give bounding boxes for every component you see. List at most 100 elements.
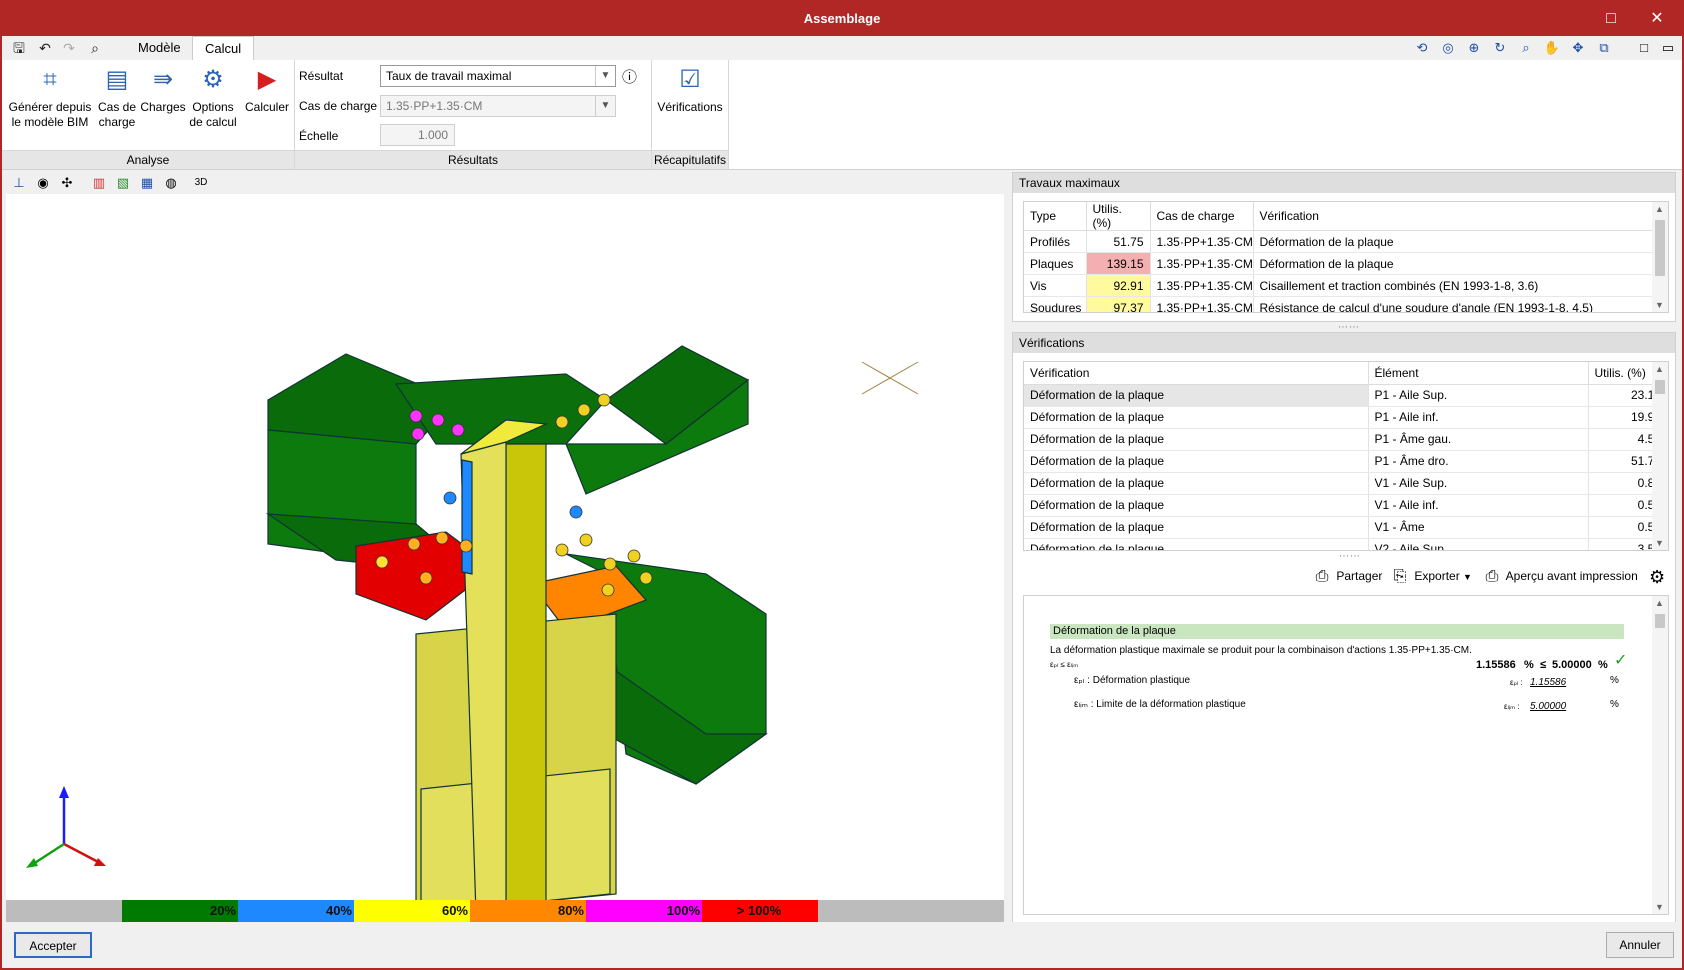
scroll-down-icon[interactable]: ▼ [1655, 538, 1664, 548]
col-verification[interactable]: Vérification [1024, 362, 1369, 385]
save-icon[interactable]: 🖫 [10, 39, 28, 57]
scrollbar[interactable]: ▲ ▼ [1652, 202, 1668, 312]
load-cases-button[interactable]: ▤ Cas de charge [96, 64, 138, 130]
gear-icon[interactable]: ⚙ [1649, 567, 1665, 588]
travaux-maximaux-panel: Travaux maximaux Type Utilis. (%) Cas de… [1012, 172, 1676, 322]
report-value: 1.15586 [1476, 659, 1516, 671]
cell-verification: Déformation de la plaque [1024, 494, 1369, 517]
table-row[interactable]: Soudures 97.37 1.35·PP+1.35·CM Résistance d… [1024, 296, 1668, 312]
cell-element: V1 - Âme [1368, 516, 1589, 539]
3d-view-icon[interactable]: 3D [192, 174, 210, 192]
report-heading: Déformation de la plaque [1050, 624, 1624, 639]
verifications-ribbon-button[interactable]: ☑ Vérifications [654, 64, 726, 115]
table-row[interactable]: Déformation de la plaque P1 - Âme dro. 51.… [1024, 450, 1668, 473]
scroll-up-icon[interactable]: ▲ [1655, 204, 1664, 214]
table-row[interactable]: Déformation de la plaque P1 - Âme gau. 4.5… [1024, 428, 1668, 451]
load-cases-label: Cas de charge [97, 100, 137, 129]
table-row[interactable]: Déformation de la plaque V2 - Aile Sup. 3.… [1024, 538, 1668, 550]
verifications-title: Vérifications [1013, 333, 1675, 353]
single-view-icon[interactable]: □ [1634, 39, 1654, 57]
scrollbar-thumb[interactable] [1655, 220, 1665, 276]
orbit-icon[interactable]: ✣ [58, 174, 76, 192]
plan-icon[interactable]: ▦ [138, 174, 156, 192]
axes-icon[interactable]: ⊥ [10, 174, 28, 192]
resultat-select[interactable]: Taux de travail maximal ▼ [380, 65, 616, 87]
zoom-icon[interactable]: ⌕ [86, 39, 104, 57]
table-row[interactable]: Vis 92.91 1.35·PP+1.35·CM Cisaillement et t… [1024, 274, 1668, 297]
accepter-button[interactable]: Accepter [14, 932, 92, 958]
move-icon[interactable]: ✥ [1568, 39, 1588, 57]
tab-modele[interactable]: Modèle [126, 36, 193, 60]
table-row[interactable]: Déformation de la plaque V1 - Aile inf. 0.… [1024, 494, 1668, 517]
scroll-up-icon[interactable]: ▲ [1655, 364, 1664, 374]
group-label-analyse: Analyse [2, 150, 294, 169]
visibility-icon[interactable]: ◍ [162, 174, 180, 192]
redo-icon[interactable]: ↷ [60, 39, 78, 57]
close-button[interactable]: ✕ [1634, 2, 1680, 36]
scroll-down-icon[interactable]: ▼ [1655, 300, 1664, 310]
fit-view-icon[interactable]: ⧉ [1594, 39, 1614, 57]
scale-segment: 20% [122, 900, 238, 922]
options-calcul-button[interactable]: ⚙ Options de calcul [188, 64, 238, 130]
view-rotate-icon[interactable]: ⟲ [1412, 39, 1432, 57]
col-utilis[interactable]: Utilis. (%) [1086, 202, 1151, 231]
partager-label: Partager [1336, 569, 1383, 583]
scrollbar[interactable]: ▲ ▼ [1652, 596, 1668, 914]
comment-icon[interactable]: ▭ [1658, 39, 1678, 57]
echelle-input[interactable]: 1.000 [380, 124, 455, 146]
charges-button[interactable]: ⇛ Charges [138, 64, 188, 115]
scrollbar[interactable]: ▲ ▼ [1652, 362, 1668, 550]
table-row[interactable]: Profilés 51.75 1.35·PP+1.35·CM Déformation … [1024, 230, 1668, 253]
footer-bar: Accepter Annuler [2, 922, 1682, 968]
col-type[interactable]: Type [1024, 202, 1087, 231]
cell-verification: Cisaillement et traction combinés (EN 19… [1253, 274, 1668, 297]
view-orbit-icon[interactable]: ◎ [1438, 39, 1458, 57]
export-icon: ⎘ [1393, 567, 1407, 585]
report-le: ≤ [1540, 659, 1547, 671]
tab-calcul[interactable]: Calcul [192, 36, 255, 60]
chevron-down-icon: ▼ [595, 66, 615, 86]
table-row[interactable]: Déformation de la plaque V1 - Aile Sup. 0.… [1024, 472, 1668, 495]
calculer-button[interactable]: ▶ Calculer [240, 64, 294, 115]
scroll-up-icon[interactable]: ▲ [1655, 598, 1664, 608]
table-row[interactable]: Déformation de la plaque V1 - Âme 0.51 [1024, 516, 1668, 539]
cell-element: V2 - Aile Sup. [1368, 538, 1589, 550]
zoom-window-icon[interactable]: ⊕ [1464, 39, 1484, 57]
report-limit: 5.00000 [1552, 659, 1592, 671]
partager-button[interactable]: ⎙ Partager [1311, 566, 1383, 587]
chevron-down-icon: ▼ [595, 96, 615, 116]
cas-charge-select[interactable]: 1.35·PP+1.35·CM ▼ [380, 95, 616, 117]
scale-segment: > 100% [702, 900, 818, 922]
scroll-down-icon[interactable]: ▼ [1655, 902, 1664, 912]
cell-element: P1 - Aile inf. [1368, 406, 1589, 429]
table-row[interactable]: Déformation de la plaque P1 - Aile Sup. 23… [1024, 384, 1668, 407]
cell-verification: Déformation de la plaque [1024, 472, 1369, 495]
exporter-button[interactable]: ⎘ Exporter ▼ [1389, 566, 1472, 587]
generate-bim-button[interactable]: ⌗ Générer depuis le modèle BIM [6, 64, 94, 130]
scale-icon[interactable]: ▧ [114, 174, 132, 192]
col-element[interactable]: Élément [1368, 362, 1589, 385]
ribbon: ⌗ Générer depuis le modèle BIM ▤ Cas de … [2, 60, 1682, 170]
gear-icon: ⚙ [202, 66, 224, 93]
maximize-button[interactable]: □ [1588, 2, 1634, 36]
annuler-button[interactable]: Annuler [1606, 932, 1674, 958]
col-cas[interactable]: Cas de charge [1150, 202, 1254, 231]
table-row[interactable]: Déformation de la plaque P1 - Aile inf. 19… [1024, 406, 1668, 429]
col-verification[interactable]: Vérification [1253, 202, 1668, 231]
undo-icon[interactable]: ↶ [36, 39, 54, 57]
table-row[interactable]: Plaques 139.15 1.35·PP+1.35·CM Déformation … [1024, 252, 1668, 275]
splitter-grip[interactable]: ⋯⋯ [1339, 551, 1361, 562]
scrollbar-thumb[interactable] [1655, 614, 1665, 628]
view-eye-icon[interactable]: ◉ [34, 174, 52, 192]
3d-viewport[interactable] [6, 194, 1004, 915]
section-icon[interactable]: ▥ [90, 174, 108, 192]
pan-hand-icon[interactable]: ✋ [1542, 39, 1562, 57]
scrollbar-thumb[interactable] [1655, 380, 1665, 394]
info-icon[interactable]: ⓘ [622, 66, 637, 87]
printer-icon: ⎙ [1485, 567, 1499, 585]
apercu-button[interactable]: ⎙ Aperçu avant impression [1481, 566, 1638, 587]
bim-model-icon: ⌗ [43, 66, 57, 93]
zoom-in-icon[interactable]: ⌕ [1516, 39, 1536, 57]
cell-utilis: 97.37 [1086, 296, 1151, 312]
zoom-rotate-icon[interactable]: ↻ [1490, 39, 1510, 57]
